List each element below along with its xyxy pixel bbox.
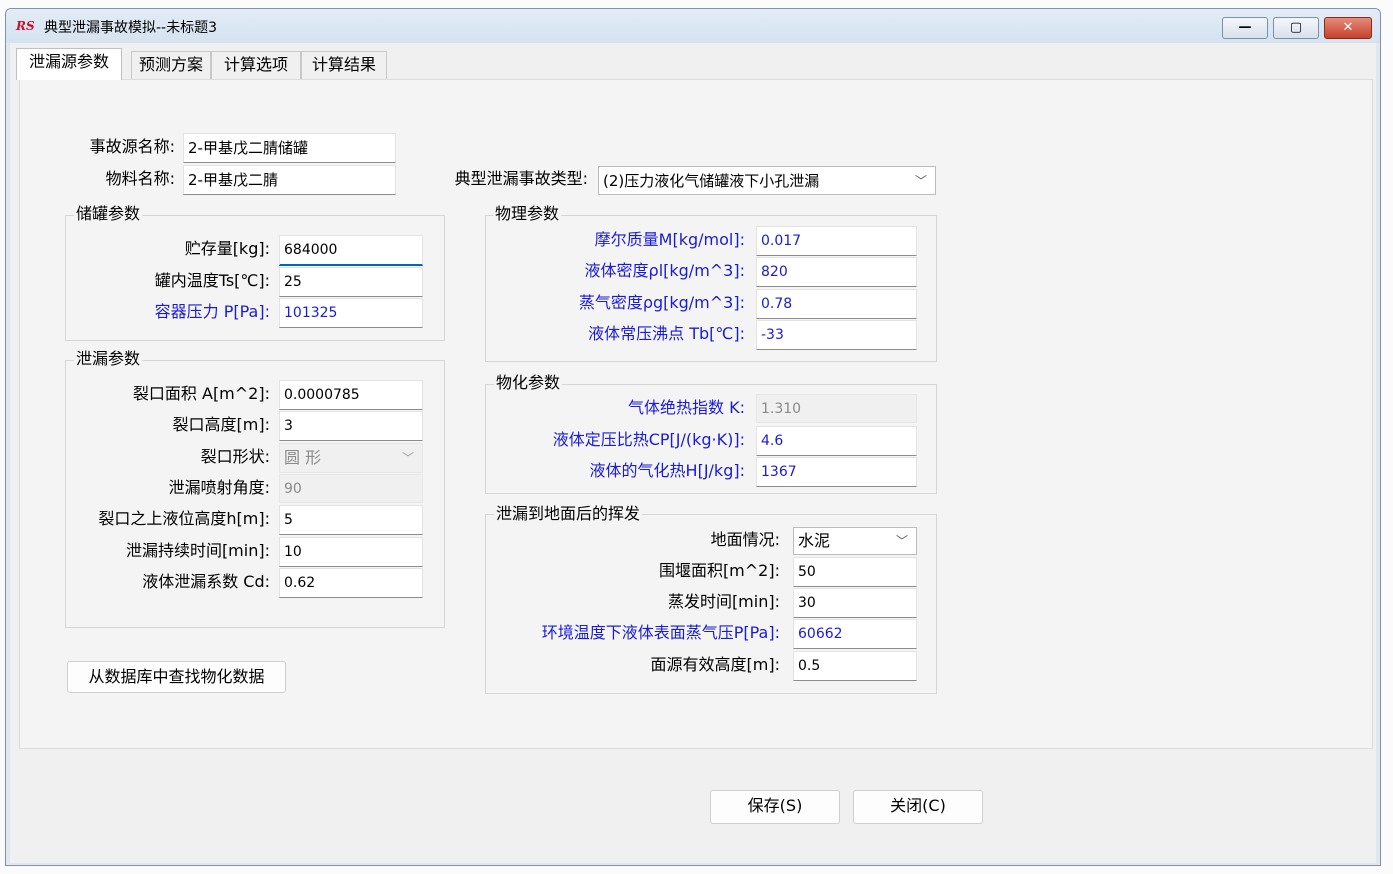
material-name-input[interactable]: 2-甲基戊二腈 bbox=[183, 165, 396, 195]
vapor-density-input[interactable]: 0.78 bbox=[756, 289, 917, 319]
storage-input[interactable]: 684000 bbox=[279, 235, 423, 266]
leak-duration-label: 泄漏持续时间[min]: bbox=[125, 541, 270, 560]
source-name-label: 事故源名称: bbox=[89, 137, 175, 156]
dike-area-label: 围堰面积[m^2]: bbox=[658, 561, 780, 580]
boiling-point-label: 液体常压沸点 Tb[℃]: bbox=[588, 324, 745, 343]
chevron-down-icon: ﹀ bbox=[914, 174, 927, 188]
vaporization-heat-input[interactable]: 1367 bbox=[756, 457, 917, 487]
spray-angle-input[interactable]: 90 bbox=[279, 474, 423, 503]
source-height-input[interactable]: 0.5 bbox=[793, 651, 917, 681]
liquid-density-label: 液体密度ρl[kg/m^3]: bbox=[584, 261, 745, 280]
liquid-level-input[interactable]: 5 bbox=[279, 505, 423, 535]
ground-condition-select[interactable]: 水泥 ﹀ bbox=[793, 527, 917, 555]
accident-type-value: (2)压力液化气储罐液下小孔泄漏 bbox=[603, 172, 820, 190]
tab-forecast-plan[interactable]: 预测方案 bbox=[131, 51, 211, 79]
chevron-down-icon: ﹀ bbox=[401, 451, 414, 465]
spray-angle-label: 泄漏喷射角度: bbox=[168, 478, 270, 497]
window-title: 典型泄漏事故模拟--未标题3 bbox=[44, 20, 218, 36]
leak-shape-value: 圆 形 bbox=[284, 448, 322, 467]
boiling-point-input[interactable]: -33 bbox=[756, 320, 917, 350]
adiabatic-index-input[interactable]: 1.310 bbox=[756, 394, 917, 423]
discharge-coef-label: 液体泄漏系数 Cd: bbox=[142, 572, 270, 591]
ground-condition-label: 地面情况: bbox=[710, 530, 780, 549]
maximize-button[interactable]: ▢ bbox=[1273, 17, 1319, 39]
vapor-pressure-input[interactable]: 60662 bbox=[793, 619, 917, 649]
specific-heat-input[interactable]: 4.6 bbox=[756, 426, 917, 456]
tab-leak-source-params[interactable]: 泄漏源参数 bbox=[16, 48, 122, 80]
leak-shape-label: 裂口形状: bbox=[200, 447, 270, 466]
close-icon: ✕ bbox=[1342, 20, 1354, 35]
save-button[interactable]: 保存(S) bbox=[710, 790, 840, 824]
leak-shape-select[interactable]: 圆 形 ﹀ bbox=[279, 443, 423, 473]
close-button[interactable]: 关闭(C) bbox=[853, 790, 983, 824]
accident-type-label: 典型泄漏事故类型: bbox=[454, 169, 588, 188]
evap-time-input[interactable]: 30 bbox=[793, 588, 917, 618]
liquid-level-label: 裂口之上液位高度h[m]: bbox=[98, 509, 270, 528]
ground-condition-value: 水泥 bbox=[798, 531, 831, 550]
vaporization-heat-label: 液体的气化热H[J/kg]: bbox=[589, 461, 745, 480]
app-logo-icon: RS bbox=[16, 19, 35, 33]
lookup-database-button[interactable]: 从数据库中查找物化数据 bbox=[67, 661, 286, 693]
source-height-label: 面源有效高度[m]: bbox=[650, 655, 780, 674]
leak-params-title: 泄漏参数 bbox=[74, 349, 143, 369]
leak-area-input[interactable]: 0.0000785 bbox=[279, 380, 423, 410]
leak-area-label: 裂口面积 A[m^2]: bbox=[132, 384, 270, 403]
tank-params-title: 储罐参数 bbox=[74, 204, 143, 224]
material-name-label: 物料名称: bbox=[105, 169, 175, 188]
vapor-pressure-label: 环境温度下液体表面蒸气压P[Pa]: bbox=[541, 623, 780, 642]
pressure-input[interactable]: 101325 bbox=[279, 298, 423, 328]
accident-type-select[interactable]: (2)压力液化气储罐液下小孔泄漏 ﹀ bbox=[598, 166, 936, 195]
molar-mass-input[interactable]: 0.017 bbox=[756, 226, 917, 256]
evap-time-label: 蒸发时间[min]: bbox=[667, 592, 780, 611]
evaporation-title: 泄漏到地面后的挥发 bbox=[494, 504, 643, 524]
tank-temp-label: 罐内温度Ts[℃]: bbox=[154, 271, 270, 290]
chevron-down-icon: ﹀ bbox=[895, 534, 908, 548]
source-name-input[interactable]: 2-甲基戊二腈储罐 bbox=[183, 133, 396, 163]
minimize-button[interactable]: — bbox=[1222, 17, 1268, 39]
leak-height-label: 裂口高度[m]: bbox=[172, 415, 270, 434]
maximize-icon: ▢ bbox=[1289, 20, 1303, 35]
tab-calc-options[interactable]: 计算选项 bbox=[211, 51, 301, 79]
tab-calc-results[interactable]: 计算结果 bbox=[301, 51, 387, 79]
leak-height-input[interactable]: 3 bbox=[279, 411, 423, 441]
molar-mass-label: 摩尔质量M[kg/mol]: bbox=[594, 230, 745, 249]
physical-params-title: 物理参数 bbox=[493, 204, 562, 224]
storage-label: 贮存量[kg]: bbox=[184, 239, 270, 258]
close-window-button[interactable]: ✕ bbox=[1324, 17, 1372, 39]
chemical-params-title: 物化参数 bbox=[494, 373, 563, 393]
specific-heat-label: 液体定压比热CP[J/(kg·K)]: bbox=[552, 430, 745, 449]
minimize-icon: — bbox=[1238, 20, 1252, 35]
adiabatic-index-label: 气体绝热指数 K: bbox=[628, 398, 745, 417]
discharge-coef-input[interactable]: 0.62 bbox=[279, 568, 423, 598]
dike-area-input[interactable]: 50 bbox=[793, 557, 917, 587]
liquid-density-input[interactable]: 820 bbox=[756, 257, 917, 287]
leak-duration-input[interactable]: 10 bbox=[279, 537, 423, 567]
tank-temp-input[interactable]: 25 bbox=[279, 267, 423, 297]
vapor-density-label: 蒸气密度ρg[kg/m^3]: bbox=[578, 293, 745, 312]
pressure-label: 容器压力 P[Pa]: bbox=[154, 302, 270, 321]
